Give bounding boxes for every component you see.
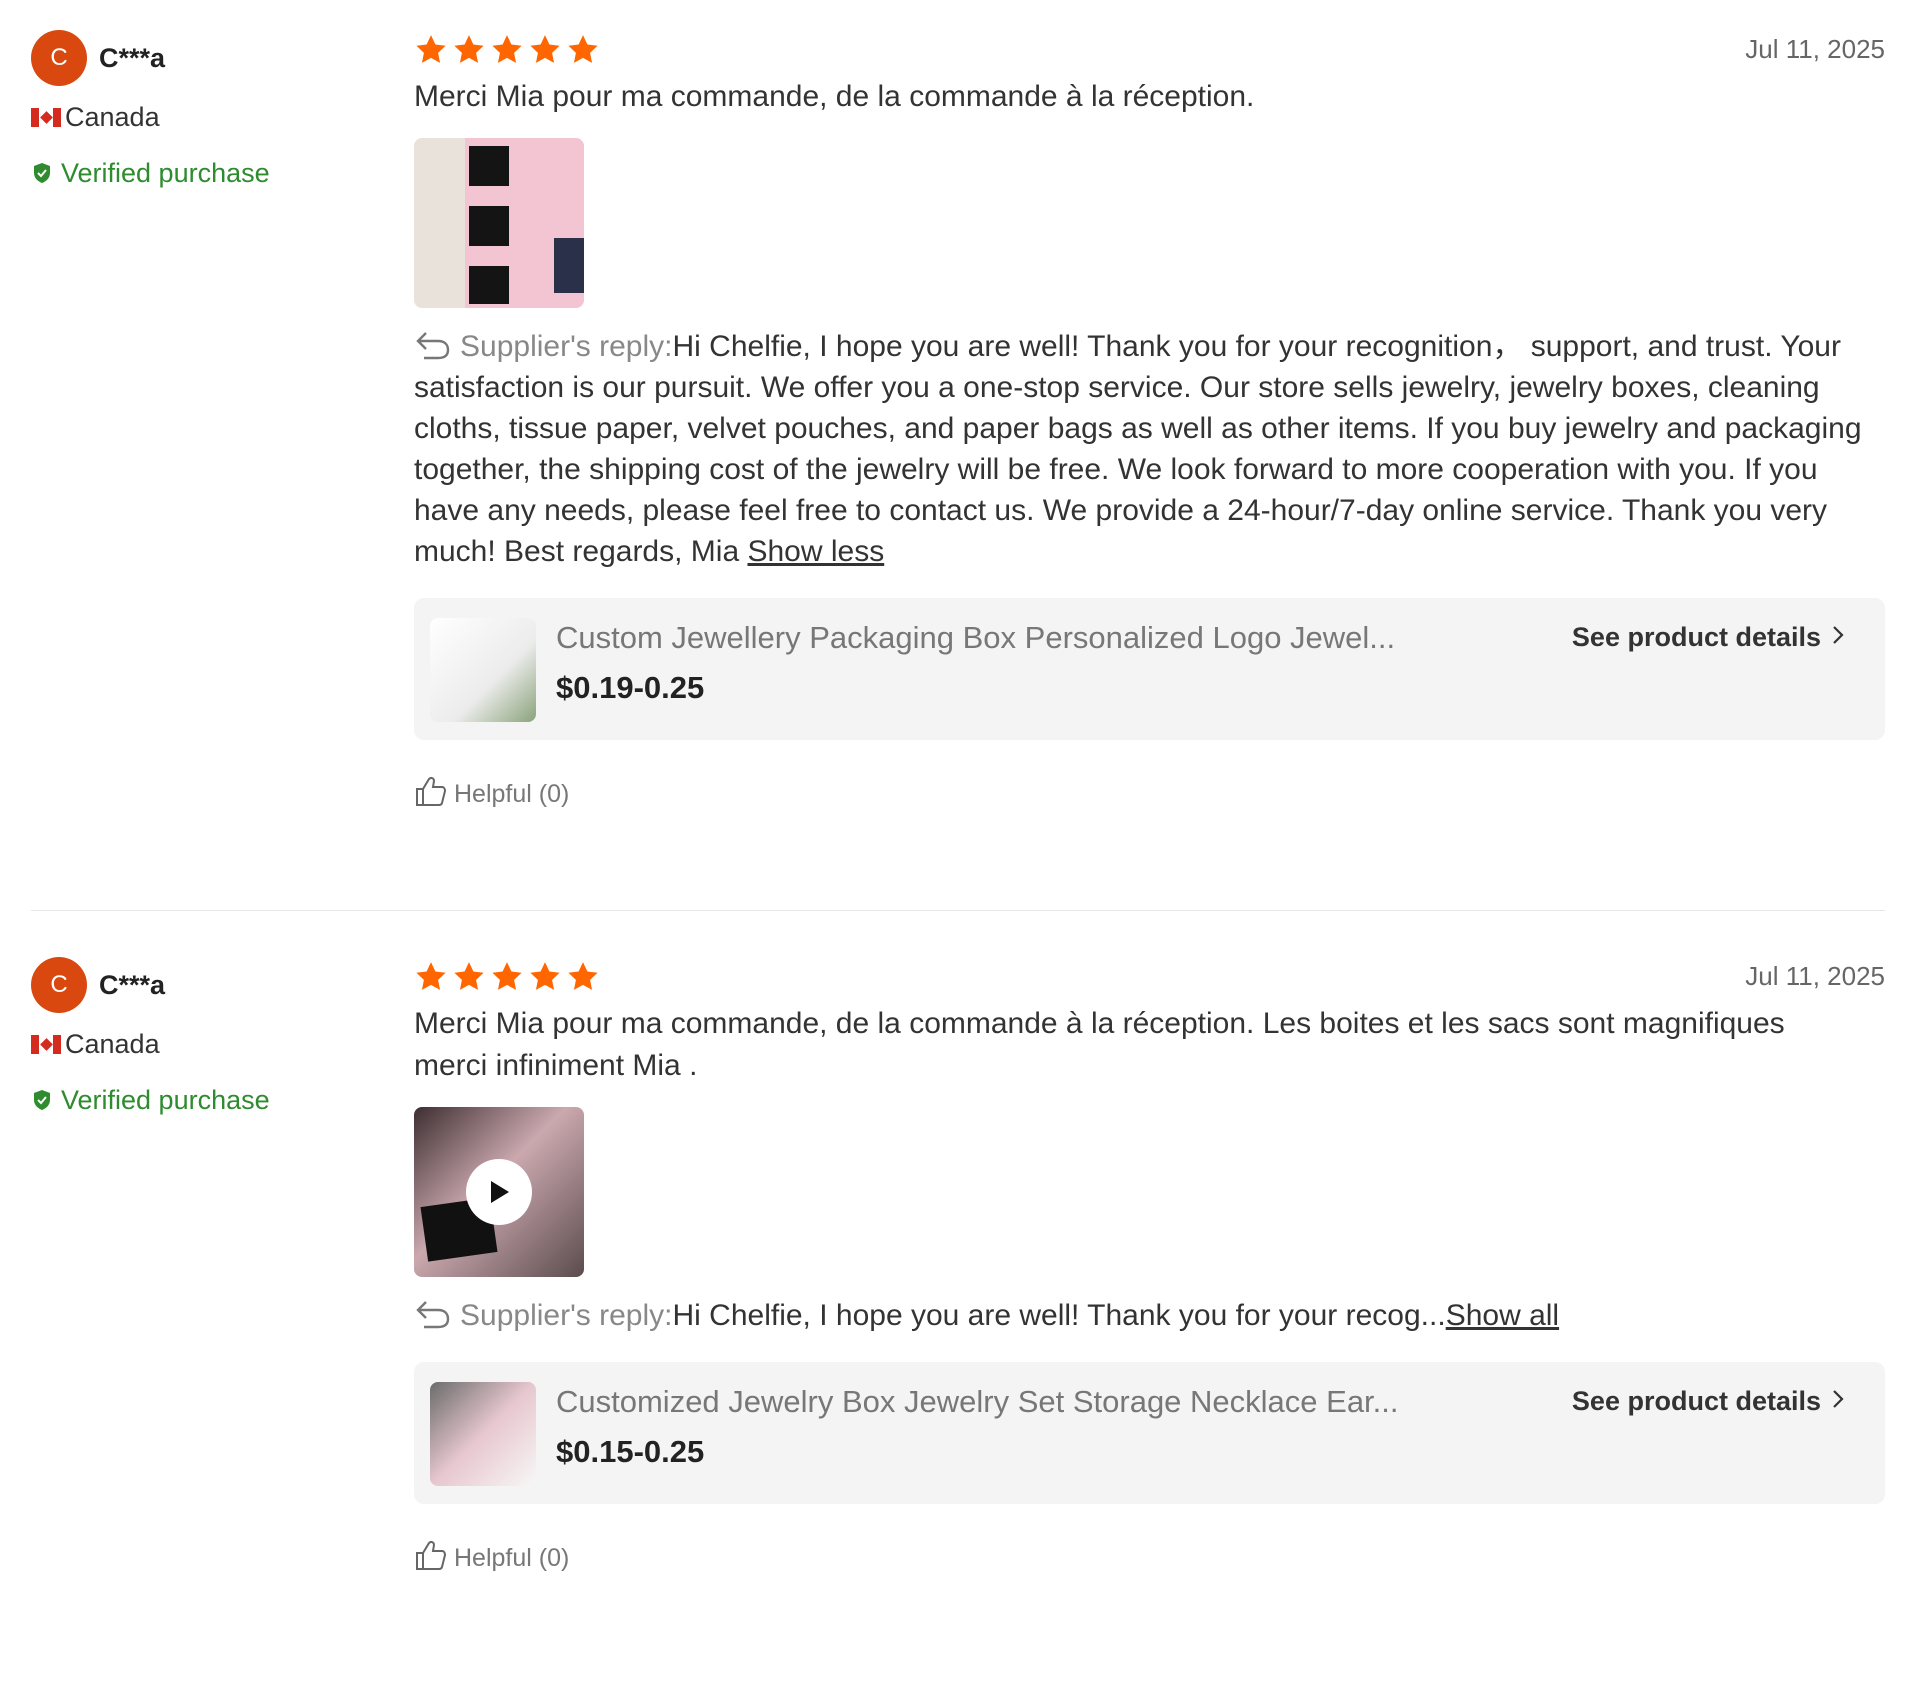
review-video[interactable] — [414, 1107, 584, 1277]
star-icon — [490, 33, 524, 67]
product-title[interactable]: Customized Jewelry Box Jewelry Set Stora… — [556, 1384, 1516, 1420]
review-content: Jul 11, 2025 Merci Mia pour ma commande,… — [414, 30, 1885, 812]
rating-stars — [414, 30, 1885, 67]
star-icon — [452, 33, 486, 67]
supplier-reply-label: Supplier's reply: — [460, 1299, 673, 1332]
play-icon[interactable] — [466, 1159, 532, 1225]
star-icon — [566, 33, 600, 67]
review-divider — [31, 910, 1885, 911]
thumbs-up-icon — [414, 775, 448, 814]
canada-flag-icon — [31, 1034, 61, 1054]
show-all-link[interactable]: Show all — [1446, 1299, 1559, 1332]
chevron-right-icon — [1831, 1386, 1845, 1417]
star-icon — [528, 960, 562, 994]
product-thumbnail[interactable] — [430, 1382, 536, 1486]
review-date: Jul 11, 2025 — [1745, 34, 1885, 64]
star-icon — [414, 960, 448, 994]
supplier-reply: Supplier's reply:Hi Chelfie, I hope you … — [414, 326, 1885, 572]
star-icon — [452, 960, 486, 994]
verified-shield-icon — [31, 162, 53, 184]
reply-arrow-icon — [414, 1299, 452, 1329]
helpful-button[interactable]: Helpful (0) — [414, 1540, 614, 1576]
review-date: Jul 11, 2025 — [1745, 961, 1885, 991]
reviewer-name: C***a — [99, 42, 166, 73]
verified-shield-icon — [31, 1089, 53, 1111]
see-product-details-link[interactable]: See product details — [1572, 622, 1845, 653]
product-card[interactable]: Custom Jewellery Packaging Box Personali… — [414, 598, 1885, 740]
product-thumbnail[interactable] — [430, 618, 536, 722]
review-photo[interactable] — [414, 138, 584, 308]
review-text: Merci Mia pour ma commande, de la comman… — [414, 1007, 1785, 1082]
supplier-reply: Supplier's reply:Hi Chelfie, I hope you … — [414, 1295, 1885, 1336]
helpful-label: Helpful (0) — [454, 779, 570, 808]
product-card[interactable]: Customized Jewelry Box Jewelry Set Stora… — [414, 1362, 1885, 1504]
product-price: $0.15-0.25 — [556, 1434, 705, 1469]
star-icon — [490, 960, 524, 994]
reply-arrow-icon — [414, 330, 452, 360]
helpful-button[interactable]: Helpful (0) — [414, 776, 614, 812]
reviewer-info: C C***a Canada Verified purchase — [31, 30, 391, 190]
verified-purchase-label: Verified purchase — [61, 157, 270, 188]
helpful-label: Helpful (0) — [454, 1543, 570, 1572]
reviewer-country: Canada — [65, 101, 160, 132]
product-price: $0.19-0.25 — [556, 670, 705, 705]
avatar: C — [31, 957, 87, 1013]
supplier-reply-text: Hi Chelfie, I hope you are well! Thank y… — [672, 1299, 1421, 1332]
supplier-reply-label: Supplier's reply: — [460, 330, 673, 363]
product-title[interactable]: Custom Jewellery Packaging Box Personali… — [556, 620, 1516, 656]
see-product-details-label: See product details — [1571, 622, 1821, 652]
avatar: C — [31, 30, 87, 86]
star-icon — [414, 33, 448, 67]
star-icon — [566, 960, 600, 994]
canada-flag-icon — [31, 107, 61, 127]
verified-purchase-label: Verified purchase — [61, 1084, 270, 1115]
rating-stars — [414, 957, 1885, 994]
chevron-right-icon — [1831, 622, 1845, 653]
review-content: Jul 11, 2025 Merci Mia pour ma commande,… — [414, 957, 1885, 1576]
star-icon — [528, 33, 562, 67]
see-product-details-label: See product details — [1571, 1386, 1821, 1416]
supplier-reply-text: Hi Chelfie, I hope you are well! Thank y… — [414, 330, 1862, 568]
see-product-details-link[interactable]: See product details — [1572, 1386, 1845, 1417]
thumbs-up-icon — [414, 1539, 448, 1578]
reviewer-name: C***a — [99, 969, 166, 1000]
reviewer-country: Canada — [65, 1028, 160, 1059]
show-less-link[interactable]: Show less — [747, 535, 884, 568]
review-text: Merci Mia pour ma commande, de la comman… — [414, 80, 1255, 113]
reply-ellipsis: ... — [1420, 1299, 1446, 1332]
reviewer-info: C C***a Canada Verified purchase — [31, 957, 391, 1117]
